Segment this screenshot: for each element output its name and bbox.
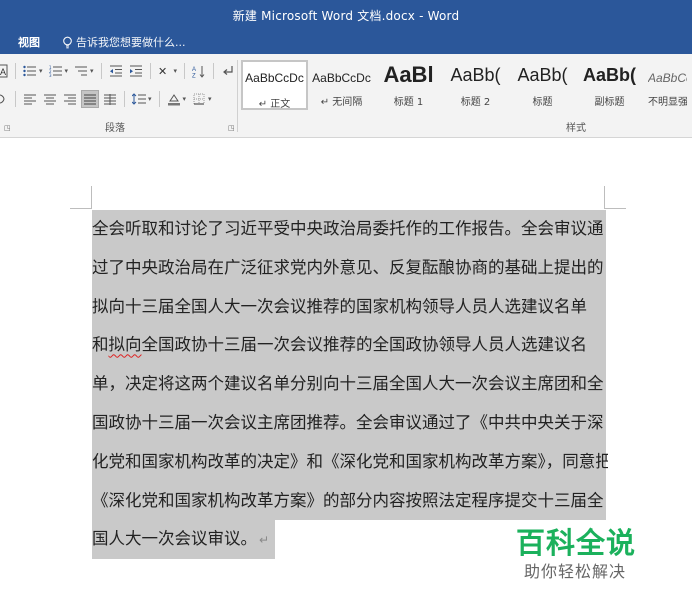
style-sample: AaBl bbox=[383, 62, 434, 87]
style-sample: AaBb( bbox=[517, 65, 568, 85]
svg-text:3: 3 bbox=[49, 73, 52, 77]
tell-me-box[interactable]: 告诉我您想要做什么... bbox=[62, 34, 186, 50]
style-name: 标题 1 bbox=[393, 97, 424, 108]
svg-text:Z: Z bbox=[192, 73, 196, 78]
partial-font-icon[interactable]: A bbox=[0, 62, 10, 80]
align-center-icon[interactable] bbox=[41, 90, 59, 108]
last-line-text: 国人大一次会议审议。 bbox=[92, 529, 257, 549]
crop-mark bbox=[91, 186, 92, 208]
style-name: 标题 bbox=[532, 97, 553, 108]
chevron-down-icon[interactable]: ▾ bbox=[148, 95, 152, 103]
style-heading-2[interactable]: AaBb( 标题 2 bbox=[442, 60, 509, 110]
window-title: 新建 Microsoft Word 文档.docx - Word bbox=[232, 9, 460, 23]
increase-indent-icon[interactable] bbox=[127, 62, 145, 80]
show-formatting-marks-icon[interactable] bbox=[219, 62, 237, 80]
watermark-subtitle: 助你轻松解决 bbox=[524, 562, 627, 581]
sort-icon[interactable]: AZ bbox=[190, 62, 208, 80]
text-line: 过了中央政治局在广泛征求党内外意见、反复酝酿协商的基础上提出的 bbox=[92, 248, 608, 288]
style-name: 副标题 bbox=[594, 97, 625, 108]
selected-text: 全会听取和讨论了习近平受中央政治局委托作的工作报告。全会审议通 bbox=[92, 210, 606, 249]
svg-text:A: A bbox=[0, 67, 6, 77]
paragraph-group-label: 段落 bbox=[105, 123, 125, 134]
chevron-down-icon[interactable]: ▾ bbox=[90, 67, 94, 75]
dialog-launcher-icon[interactable]: ◳ bbox=[4, 125, 11, 132]
chevron-down-icon[interactable]: ▾ bbox=[65, 67, 69, 75]
style-sample: AaBbCc bbox=[648, 71, 687, 85]
style-sample: AaBb( bbox=[450, 65, 501, 85]
text-line: 全会听取和讨论了习近平受中央政治局委托作的工作报告。全会审议通 bbox=[92, 210, 608, 249]
selected-text: 单，决定将这两个建议名单分别向十三届全国人大一次会议主席团和全 bbox=[92, 365, 606, 404]
tab-view[interactable]: 视图 bbox=[18, 34, 40, 50]
bullets-icon[interactable] bbox=[21, 62, 39, 80]
align-left-icon[interactable] bbox=[21, 90, 39, 108]
crop-mark bbox=[70, 208, 92, 209]
style-sample: AaBbCcDc bbox=[245, 71, 304, 85]
styles-group-label: 样式 bbox=[566, 123, 586, 134]
selected-text: 过了中央政治局在广泛征求党内外意见、反复酝酿协商的基础上提出的 bbox=[92, 248, 606, 288]
style-no-spacing[interactable]: AaBbCcDc ↵ 无间隔 bbox=[308, 60, 375, 110]
line-spacing-icon[interactable] bbox=[130, 90, 148, 108]
style-name: 不明显强 bbox=[648, 97, 687, 108]
watermark-title: 百科全说 bbox=[516, 526, 637, 560]
text-line: 《深化党和国家机构改革方案》的部分内容按照法定程序提交十三届全 bbox=[92, 481, 608, 521]
numbering-icon[interactable]: 123 bbox=[47, 62, 65, 80]
document-body[interactable]: 全会听取和讨论了习近平受中央政治局委托作的工作报告。全会审议通 过了中央政治局在… bbox=[92, 210, 608, 560]
partial-icon[interactable] bbox=[0, 90, 10, 108]
multilevel-list-icon[interactable] bbox=[72, 62, 90, 80]
text-line: 拟向十三届全国人大一次会议推荐的国家机构领导人员人选建议名单 bbox=[92, 287, 608, 327]
lightbulb-icon bbox=[62, 36, 73, 49]
style-subtitle[interactable]: AaBb( 副标题 bbox=[576, 60, 643, 110]
selected-text: 拟向十三届全国人大一次会议推荐的国家机构领导人员人选建议名单 bbox=[92, 287, 606, 327]
styles-gallery: AaBbCcDc ↵ 正文 AaBbCcDc ↵ 无间隔 AaBl 标题 1 A… bbox=[241, 60, 687, 112]
title-bar: 新建 Microsoft Word 文档.docx - Word bbox=[0, 0, 692, 29]
shading-icon[interactable] bbox=[165, 90, 183, 108]
text-line: 单，决定将这两个建议名单分别向十三届全国人大一次会议主席团和全 bbox=[92, 365, 608, 404]
justify-icon[interactable] bbox=[81, 90, 99, 108]
distributed-icon[interactable] bbox=[101, 90, 119, 108]
style-name: ↵ 无间隔 bbox=[320, 97, 363, 108]
style-title[interactable]: AaBb( 标题 bbox=[509, 60, 576, 110]
text-line: 化党和国家机构改革的决定》和《深化党和国家机构改革方案》，同意把 bbox=[92, 442, 608, 482]
text-line: 和拟向全国政协十三届一次会议推荐的全国政协领导人员人选建议名 bbox=[92, 326, 608, 366]
crop-mark bbox=[604, 208, 626, 209]
style-name: 标题 2 bbox=[460, 97, 491, 108]
style-subtle-emphasis[interactable]: AaBbCc 不明显强 bbox=[643, 60, 687, 110]
svg-text:A: A bbox=[192, 67, 196, 73]
group-divider bbox=[237, 60, 238, 132]
ribbon: A ▾ 123 ▾ ▾ ✕ ▾ AZ ▾ ▾ ▾ ◳ 段落 ◳ AaBbCcDc… bbox=[0, 54, 692, 138]
selected-text: 化党和国家机构改革的决定》和《深化党和国家机构改革方案》，同意把 bbox=[92, 442, 608, 482]
watermark-logo: 百科全说 助你轻松解决 bbox=[510, 518, 650, 584]
chinese-layout-icon[interactable]: ✕ bbox=[156, 62, 174, 80]
selected-text: 和拟向全国政协十三届一次会议推荐的全国政协领导人员人选建议名 bbox=[92, 326, 606, 366]
style-normal[interactable]: AaBbCcDc ↵ 正文 bbox=[241, 60, 308, 110]
selected-text: 国人大一次会议审议。 ↵ bbox=[92, 520, 276, 560]
paragraph-dialog-launcher-icon[interactable]: ◳ bbox=[228, 125, 235, 132]
selected-text: 《深化党和国家机构改革方案》的部分内容按照法定程序提交十三届全 bbox=[92, 481, 606, 521]
selected-text: 国政协十三届一次会议主席团推荐。全会审议通过了《中共中央关于深 bbox=[92, 403, 606, 443]
align-right-icon[interactable] bbox=[61, 90, 79, 108]
paragraph-mark: ↵ bbox=[259, 533, 270, 548]
crop-mark bbox=[604, 186, 605, 208]
chevron-down-icon[interactable]: ▾ bbox=[174, 67, 178, 75]
text-line: 国政协十三届一次会议主席团推荐。全会审议通过了《中共中央关于深 bbox=[92, 403, 608, 443]
style-name: ↵ 正文 bbox=[258, 99, 291, 110]
style-sample: AaBb( bbox=[583, 65, 636, 85]
spelling-error-text[interactable]: 拟向 bbox=[109, 335, 142, 354]
paragraph-group: A ▾ 123 ▾ ▾ ✕ ▾ AZ ▾ ▾ ▾ ◳ 段落 ◳ bbox=[0, 54, 237, 137]
borders-icon[interactable] bbox=[190, 90, 208, 108]
style-heading-1[interactable]: AaBl 标题 1 bbox=[375, 60, 442, 110]
svg-text:✕: ✕ bbox=[158, 65, 167, 77]
style-sample: AaBbCcDc bbox=[312, 71, 371, 85]
tell-me-label: 告诉我您想要做什么... bbox=[76, 36, 186, 49]
decrease-indent-icon[interactable] bbox=[107, 62, 125, 80]
chevron-down-icon[interactable]: ▾ bbox=[208, 95, 212, 103]
chevron-down-icon[interactable]: ▾ bbox=[39, 67, 43, 75]
chevron-down-icon[interactable]: ▾ bbox=[183, 95, 187, 103]
ribbon-tabs: 视图 告诉我您想要做什么... bbox=[0, 29, 692, 54]
